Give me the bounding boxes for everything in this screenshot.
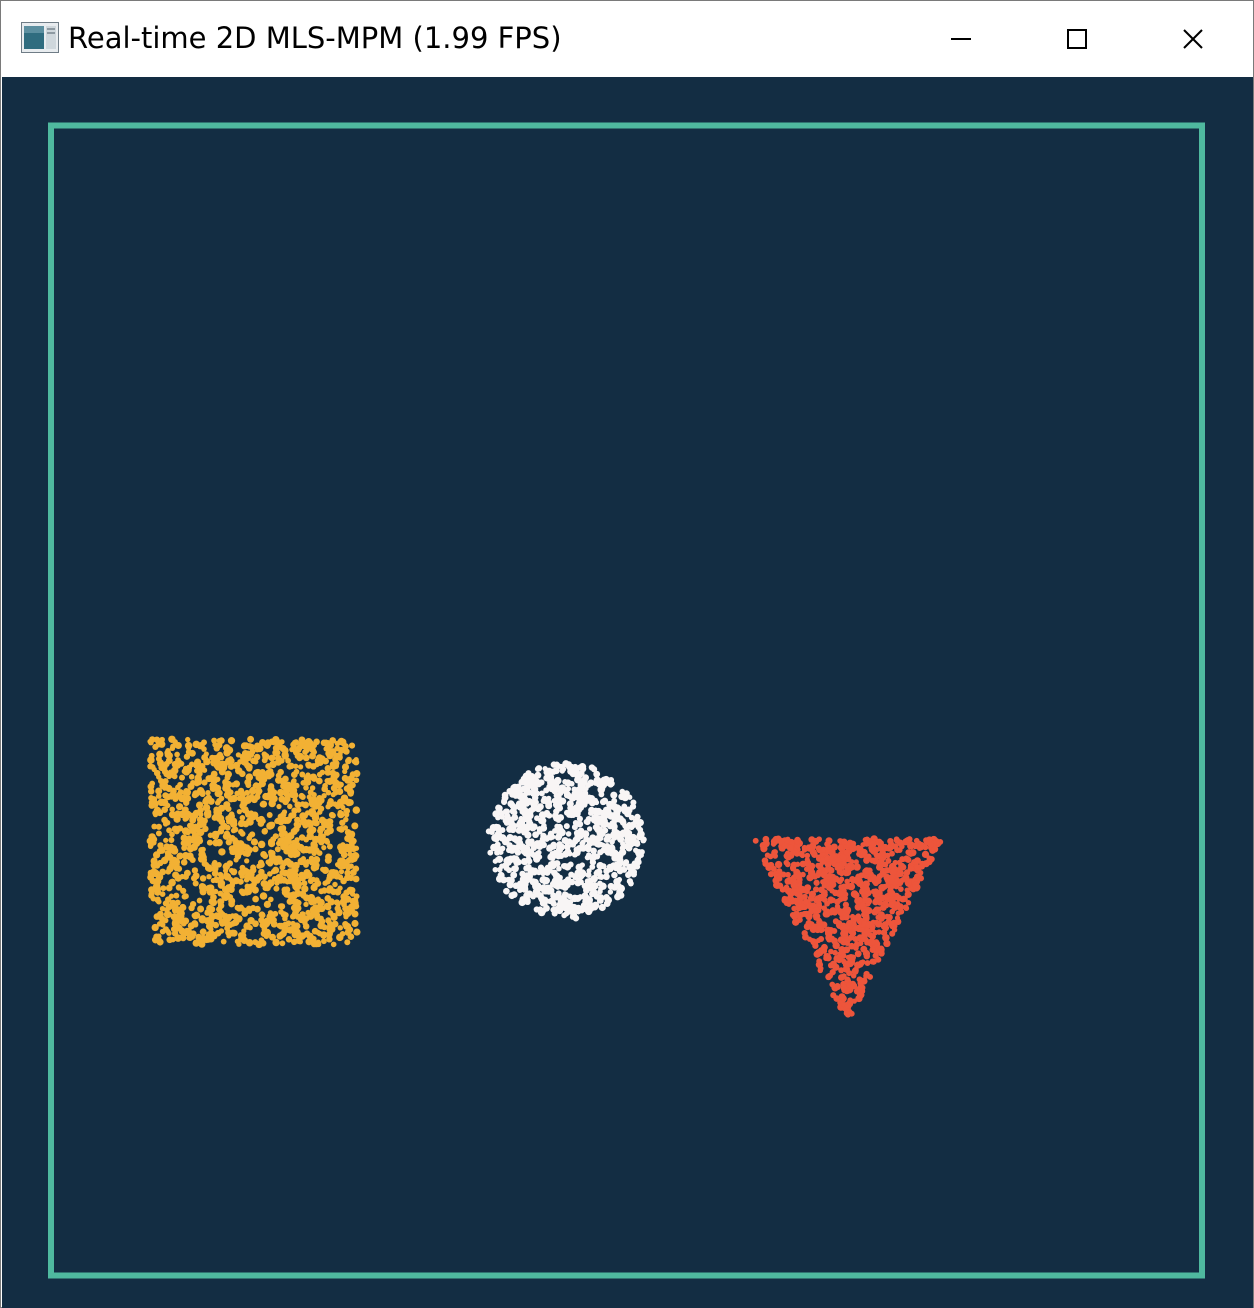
title-bar[interactable]: Real-time 2D MLS-MPM (1.99 FPS) — [1, 1, 1253, 76]
maximize-icon — [1067, 28, 1087, 49]
canvas-background — [2, 77, 1253, 1308]
minimize-button[interactable] — [903, 1, 1019, 76]
app-window-icon — [21, 22, 59, 53]
window-title: Real-time 2D MLS-MPM (1.99 FPS) — [68, 21, 562, 55]
close-icon — [1183, 28, 1203, 49]
minimize-icon — [951, 37, 971, 40]
simulation-view — [2, 77, 1253, 1308]
simulation-canvas[interactable] — [2, 77, 1253, 1308]
app-window: Real-time 2D MLS-MPM (1.99 FPS) — [0, 0, 1254, 1308]
maximize-button[interactable] — [1019, 1, 1135, 76]
close-button[interactable] — [1135, 1, 1251, 76]
